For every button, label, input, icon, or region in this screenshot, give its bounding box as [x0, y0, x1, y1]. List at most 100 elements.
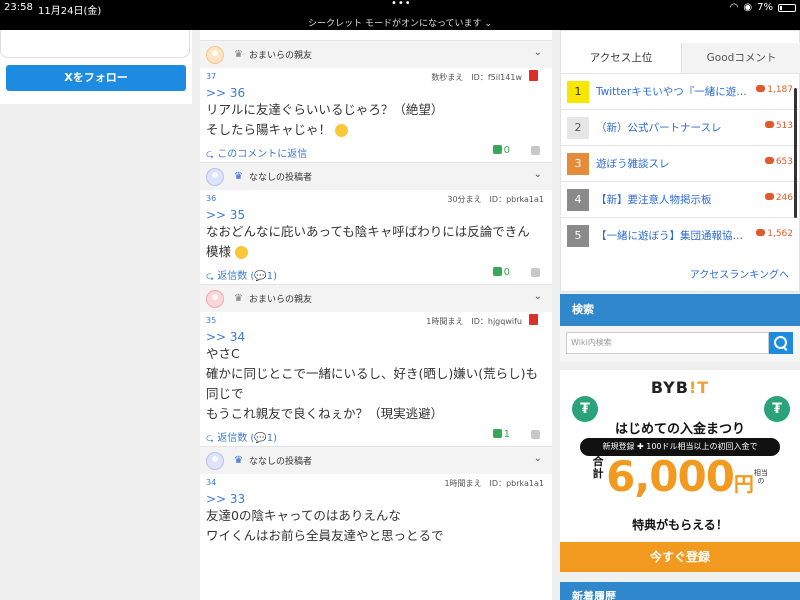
ranking-title[interactable]: 遊ぼう雑談スレ: [596, 156, 746, 171]
comment-line: 確かに同じとこで一緒にいるし、好き(晒し)嫌い(荒らし)も: [206, 364, 552, 384]
rank-badge: 2: [567, 117, 589, 139]
comment-header: ♛ ななしの投稿者 ⌄: [200, 162, 552, 190]
ranking-count-value: 1,562: [767, 229, 793, 239]
scrollbar[interactable]: [794, 88, 797, 218]
ranking-title[interactable]: 【新】要注意人物掲示板: [596, 192, 746, 207]
battery-icon: [778, 3, 796, 12]
search-heading: 検索: [560, 294, 800, 326]
thumbs-down-icon[interactable]: [531, 268, 540, 277]
rank-badge: 1: [567, 81, 589, 103]
trash-icon[interactable]: [529, 314, 538, 325]
ranking-title[interactable]: （新）公式パートナースレ: [596, 120, 746, 135]
comment-bubble-icon: 💬: [254, 271, 267, 282]
chevron-down-icon[interactable]: ⌄: [534, 291, 542, 302]
comment-line: もうこれ親友で良くねぇか？（現実逃避）: [206, 404, 552, 424]
ranking-widget: アクセス上位 Goodコメント 1 Twitterキモいやつ『一緒に遊… 1,1…: [560, 30, 800, 292]
comment-number[interactable]: 34: [206, 478, 216, 487]
comment-line-text: やさC: [206, 346, 240, 361]
comment-header: ♛ ななしの投稿者 ⌄: [200, 446, 552, 474]
tab-good-comment[interactable]: Goodコメント: [681, 43, 800, 73]
chevron-down-icon[interactable]: ⌄: [534, 169, 542, 180]
avatar[interactable]: [206, 45, 224, 64]
ranking-item[interactable]: 4 【新】要注意人物掲示板 246: [561, 181, 800, 217]
ad-amount: 6,000: [606, 452, 735, 501]
chevron-down-icon[interactable]: ⌄: [534, 453, 542, 464]
ranking-count-value: 653: [775, 157, 793, 167]
ranking-count: 246: [764, 193, 793, 203]
comment: ♛ おまいらの親友 ⌄ 35 1時間まえ ID：hjgqwifu >> 34 やさ…: [200, 284, 552, 446]
comment-info: 1時間まえ ID：hjgqwifu: [426, 317, 522, 326]
ranking-item[interactable]: 2 （新）公式パートナースレ 513: [561, 109, 800, 145]
comment-line: 同じで: [206, 384, 552, 404]
avatar[interactable]: [206, 167, 224, 186]
status-bar: 23:58 11月24日(金) ••• シークレット モードがオンになっています…: [0, 0, 800, 30]
crown-icon: ♛: [234, 49, 243, 60]
like-button[interactable]: 1: [492, 429, 510, 440]
reply-label: このコメントに返信: [217, 149, 308, 160]
comment-header: ♛ おまいらの親友 ⌄: [200, 284, 552, 312]
ranking-item[interactable]: 3 遊ぼう雑談スレ 653: [561, 145, 800, 181]
reply-anchor[interactable]: >> 34: [200, 330, 552, 344]
reply-anchor[interactable]: >> 36: [200, 86, 552, 100]
ranking-count: 513: [764, 121, 793, 131]
reply-anchor[interactable]: >> 33: [200, 492, 552, 506]
comment-meta: 34 1時間まえ ID：pbrka1a1: [200, 474, 552, 490]
comment-icon: [764, 157, 774, 164]
status-time: 23:58: [4, 2, 33, 13]
chevron-down-icon[interactable]: ⌄: [534, 47, 542, 58]
comment-line: なおどんなに庇いあっても陰キャ呼ばわりには反論できん: [206, 222, 552, 242]
poster-name: おまいらの親友: [248, 51, 312, 61]
comment-line: やさC: [206, 344, 552, 364]
ad-subheadline: 特典がもらえる！: [632, 518, 728, 532]
reply-count: 1: [266, 271, 274, 282]
comment-body: リアルに友達ぐらいいるじゃろ？（絶望） そしたら陽キャじゃ！: [200, 100, 552, 140]
like-button[interactable]: 0: [492, 145, 510, 156]
ranking-item[interactable]: 5 【一緒に遊ぼう】集団通報協… 1,562: [561, 217, 800, 253]
comment-line-text: そしたら陽キャじゃ！: [206, 122, 332, 137]
trash-icon[interactable]: [529, 70, 538, 81]
avatar[interactable]: [206, 289, 224, 308]
ranking-count: 653: [764, 157, 793, 167]
ranking-title[interactable]: 【一緒に遊ぼう】集団通報協…: [596, 228, 746, 243]
comment-line: ワイくんはお前ら全員友達やと思っとるで: [206, 526, 552, 546]
search-input[interactable]: Wiki内検索: [566, 332, 769, 354]
thumbs-up-icon: [492, 267, 502, 276]
like-count: 1: [503, 429, 510, 440]
ranking-item[interactable]: 1 Twitterキモいやつ『一緒に遊… 1,187: [561, 73, 800, 109]
ad-prefix: 合計: [592, 455, 604, 480]
comment-info: 1時間まえ ID：pbrka1a1: [444, 479, 544, 488]
poster-name: ななしの投稿者: [248, 457, 312, 467]
like-button[interactable]: 0: [492, 267, 510, 278]
comment-line-text: 友達0の陰キャってのはありえんな: [206, 508, 401, 523]
rank-badge: 3: [567, 153, 589, 175]
thumbs-down-icon[interactable]: [531, 430, 540, 439]
comment-info: 30分まえ ID：pbrka1a1: [447, 195, 544, 204]
search-icon[interactable]: [769, 332, 793, 354]
reply-anchor[interactable]: >> 35: [200, 208, 552, 222]
incognito-text: シークレット モードがオンになっています: [308, 19, 482, 29]
advertisement[interactable]: ₮ ₮ BYB!T はじめての入金まつり 新規登録 ✚ 100ドル相当以上の初回…: [560, 370, 800, 572]
wifi-icon: ◠: [729, 2, 739, 13]
like-count: 0: [503, 267, 510, 278]
comment-number[interactable]: 37: [206, 72, 216, 81]
comment-meta: 36 30分まえ ID：pbrka1a1: [200, 190, 552, 206]
comment-header: ♛ おまいらの親友 ⌄: [200, 40, 552, 68]
multitask-dots-icon[interactable]: •••: [391, 0, 412, 9]
comment-line-text: 同じで: [206, 386, 244, 401]
thumbs-down-icon[interactable]: [531, 146, 540, 155]
ad-cta-button[interactable]: 今すぐ登録: [560, 542, 800, 572]
ranking-count: 1,187: [756, 85, 793, 95]
comment-number[interactable]: 35: [206, 316, 216, 325]
comment-line-text: なおどんなに庇いあっても陰キャ呼ばわりには反論できん: [206, 224, 530, 239]
ranking-title[interactable]: Twitterキモいやつ『一緒に遊…: [596, 84, 746, 99]
incognito-banner[interactable]: シークレット モードがオンになっています ⌄: [0, 16, 800, 29]
tab-access-top[interactable]: アクセス上位: [561, 43, 681, 73]
ad-brand-accent: !T: [688, 378, 710, 397]
x-follow-button[interactable]: Xをフォロー: [6, 65, 186, 91]
avatar[interactable]: [206, 451, 224, 470]
comment-number[interactable]: 36: [206, 194, 216, 203]
reply-label: 返信数 (: [217, 433, 255, 444]
comment-line-text: リアルに友達ぐらいいるじゃろ？（絶望）: [206, 102, 444, 117]
comment-line-text: ワイくんはお前ら全員友達やと思っとるで: [206, 528, 444, 543]
ranking-more-link[interactable]: アクセスランキングへ: [690, 266, 789, 281]
